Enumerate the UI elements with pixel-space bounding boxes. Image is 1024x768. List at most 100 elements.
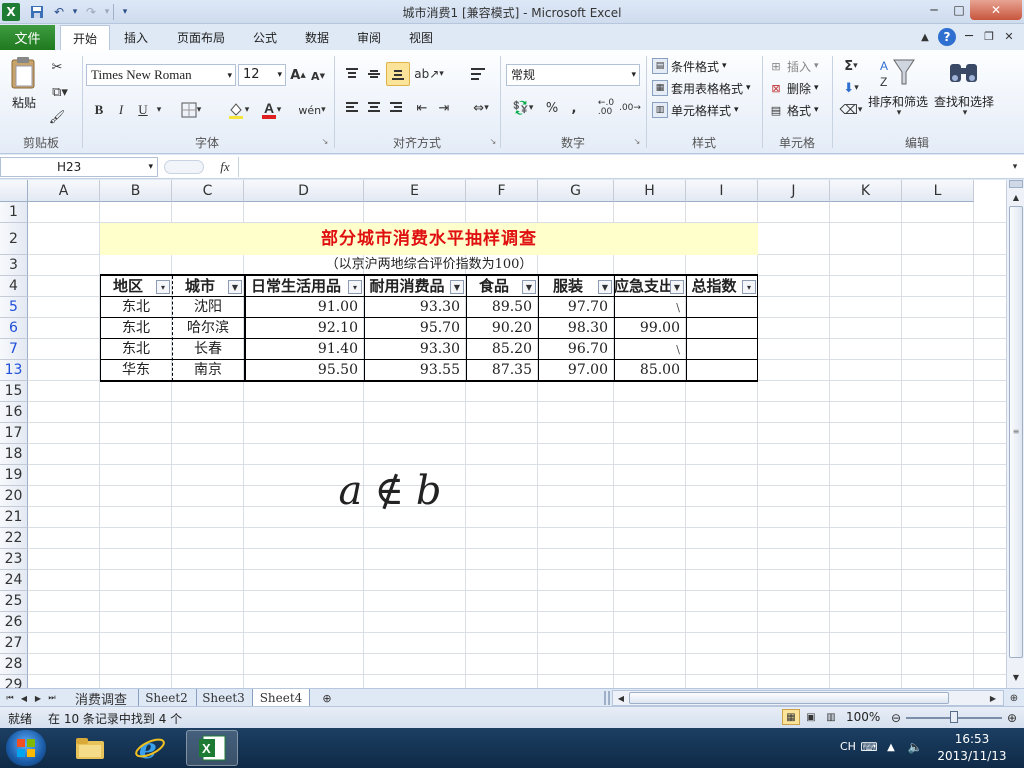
explorer-icon[interactable] [64,730,116,766]
table-header-cell[interactable]: 总指数 [686,276,742,297]
zoom-level[interactable]: 100% [846,710,880,724]
filter-dropdown-icon[interactable]: ▼ [450,280,464,294]
tab-insert[interactable]: 插入 [114,25,158,50]
increase-decimal-icon[interactable]: ←.0.00 [596,98,616,118]
align-bottom-icon[interactable] [386,62,410,86]
table-header-cell[interactable]: 服装 [538,276,598,297]
align-top-icon[interactable] [342,64,362,84]
filter-dropdown-icon[interactable]: ▾ [156,280,170,294]
decrease-decimal-icon[interactable]: .00→ [619,98,641,118]
sheet-title[interactable]: 部分城市消费水平抽样调查 [100,223,758,255]
cell-styles-button[interactable]: ▥ 单元格样式 ▾ [652,100,739,120]
insert-sheet-icon[interactable]: ⊕ [316,690,338,706]
next-sheet-icon[interactable]: ▶ [32,691,44,705]
table-header-cell[interactable]: 城市 [172,276,228,297]
formula-input[interactable] [238,157,1008,177]
chevron-down-icon[interactable]: ▾ [960,108,970,118]
column-header-a[interactable]: A [28,180,100,202]
autosum-button[interactable]: Σ ▾ [838,56,864,76]
last-sheet-icon[interactable]: ⏭ [46,691,58,705]
spreadsheet-grid[interactable]: ABCDEFGHIJKL 1 2 3 4 5 6 7 13 15 16 17 18 19 20 21 22 23… [0,180,1006,688]
paste-label[interactable]: 粘贴 [12,94,36,111]
row-header-18[interactable]: 18 [0,444,28,465]
column-header-h[interactable]: H [614,180,686,202]
column-header-e[interactable]: E [364,180,466,202]
row-header-6[interactable]: 6 [0,318,28,339]
workbook-minimize-icon[interactable]: ─ [962,29,976,44]
borders-icon[interactable]: ▾ [176,100,206,120]
column-header-j[interactable]: J [758,180,830,202]
filter-dropdown-icon[interactable]: ▾ [348,280,362,294]
sheet-tab-consumption-survey[interactable]: 消费调查 [64,689,138,708]
wrap-text-icon[interactable] [468,64,488,84]
table-cell-city[interactable]: 南京 [172,360,244,381]
clear-icon[interactable]: ⌫ ▾ [838,100,864,120]
table-header-cell[interactable]: 应急支出 [614,276,670,297]
merge-center-icon[interactable]: ⇔ ▾ [466,98,496,118]
column-header-f[interactable]: F [466,180,538,202]
filter-dropdown-icon[interactable]: ▼ [598,280,612,294]
table-cell-region[interactable]: 东北 [100,339,172,360]
tab-review[interactable]: 审阅 [348,25,390,50]
format-painter-icon[interactable]: 🖌 [48,108,66,126]
tab-data[interactable]: 数据 [296,25,338,50]
sheet-subtitle[interactable]: （以京沪两地综合评价指数为100） [100,255,758,275]
table-cell-durable[interactable]: 95.70 [364,318,466,339]
shrink-font-icon[interactable]: A ▼ [310,68,326,84]
workbook-restore-icon[interactable]: ❐ [982,29,996,43]
minimize-ribbon-icon[interactable]: ▲ [918,30,932,44]
orientation-icon[interactable]: ab↗ ▾ [414,64,444,84]
tab-view[interactable]: 视图 [400,25,442,50]
fill-color-icon[interactable]: ▾ [222,100,254,120]
ie-icon[interactable]: e [124,730,176,766]
tab-formulas[interactable]: 公式 [244,25,286,50]
cut-icon[interactable]: ✂ [48,58,66,76]
row-header-16[interactable]: 16 [0,402,28,423]
table-cell-food[interactable]: 89.50 [466,297,538,318]
chevron-down-icon[interactable]: ▾ [154,100,164,120]
close-button[interactable]: ✕ [970,0,1022,20]
number-format-select[interactable]: 常规 ▾ [506,64,640,86]
table-cell-daily[interactable]: 92.10 [244,318,364,339]
tab-split-handle[interactable] [604,691,610,705]
tab-page-layout[interactable]: 页面布局 [168,25,234,50]
row-header-24[interactable]: 24 [0,570,28,591]
table-cell-emergency[interactable]: 99.00 [614,318,686,339]
italic-button[interactable]: I [112,100,130,120]
column-header-g[interactable]: G [538,180,614,202]
maximize-button[interactable]: □ [945,0,973,20]
formula-bar-expander[interactable] [164,160,204,174]
normal-view-icon[interactable]: ▦ [782,709,800,725]
row-header-28[interactable]: 28 [0,654,28,675]
first-sheet-icon[interactable]: ⏮ [4,691,16,705]
row-header-17[interactable]: 17 [0,423,28,444]
table-cell-emergency[interactable]: \ [614,297,686,318]
dialog-launcher-icon[interactable]: ↘ [632,136,642,146]
percent-style-button[interactable]: % [542,98,562,118]
scroll-thumb[interactable]: ≡ [1009,206,1023,658]
table-cell-total[interactable] [686,360,758,381]
tab-home[interactable]: 开始 [60,25,110,50]
table-cell-city[interactable]: 沈阳 [172,297,244,318]
filter-dropdown-icon[interactable]: ▼ [228,280,242,294]
clock-date[interactable]: 2013/11/13 [930,749,1014,763]
table-header-cell[interactable]: 地区 [100,276,156,297]
align-right-icon[interactable] [386,98,406,118]
page-layout-view-icon[interactable]: ▣ [802,709,820,725]
accounting-format-icon[interactable]: 💱 ▾ [508,98,538,118]
align-middle-icon[interactable] [364,64,384,84]
table-cell-clothing[interactable]: 98.30 [538,318,614,339]
delete-cells-button[interactable]: ⊠ 删除 ▾ [768,78,818,98]
column-header-i[interactable]: I [686,180,758,202]
row-header-7[interactable]: 7 [0,339,28,360]
table-cell-emergency[interactable]: 85.00 [614,360,686,381]
row-header-26[interactable]: 26 [0,612,28,633]
row-header-20[interactable]: 20 [0,486,28,507]
grow-font-icon[interactable]: A ▲ [290,66,306,84]
split-box[interactable] [1009,180,1023,188]
dialog-launcher-icon[interactable]: ↘ [320,136,330,146]
row-header-5[interactable]: 5 [0,297,28,318]
workbook-close-icon[interactable]: ✕ [1002,29,1016,43]
table-cell-food[interactable]: 87.35 [466,360,538,381]
table-cell-durable[interactable]: 93.30 [364,339,466,360]
